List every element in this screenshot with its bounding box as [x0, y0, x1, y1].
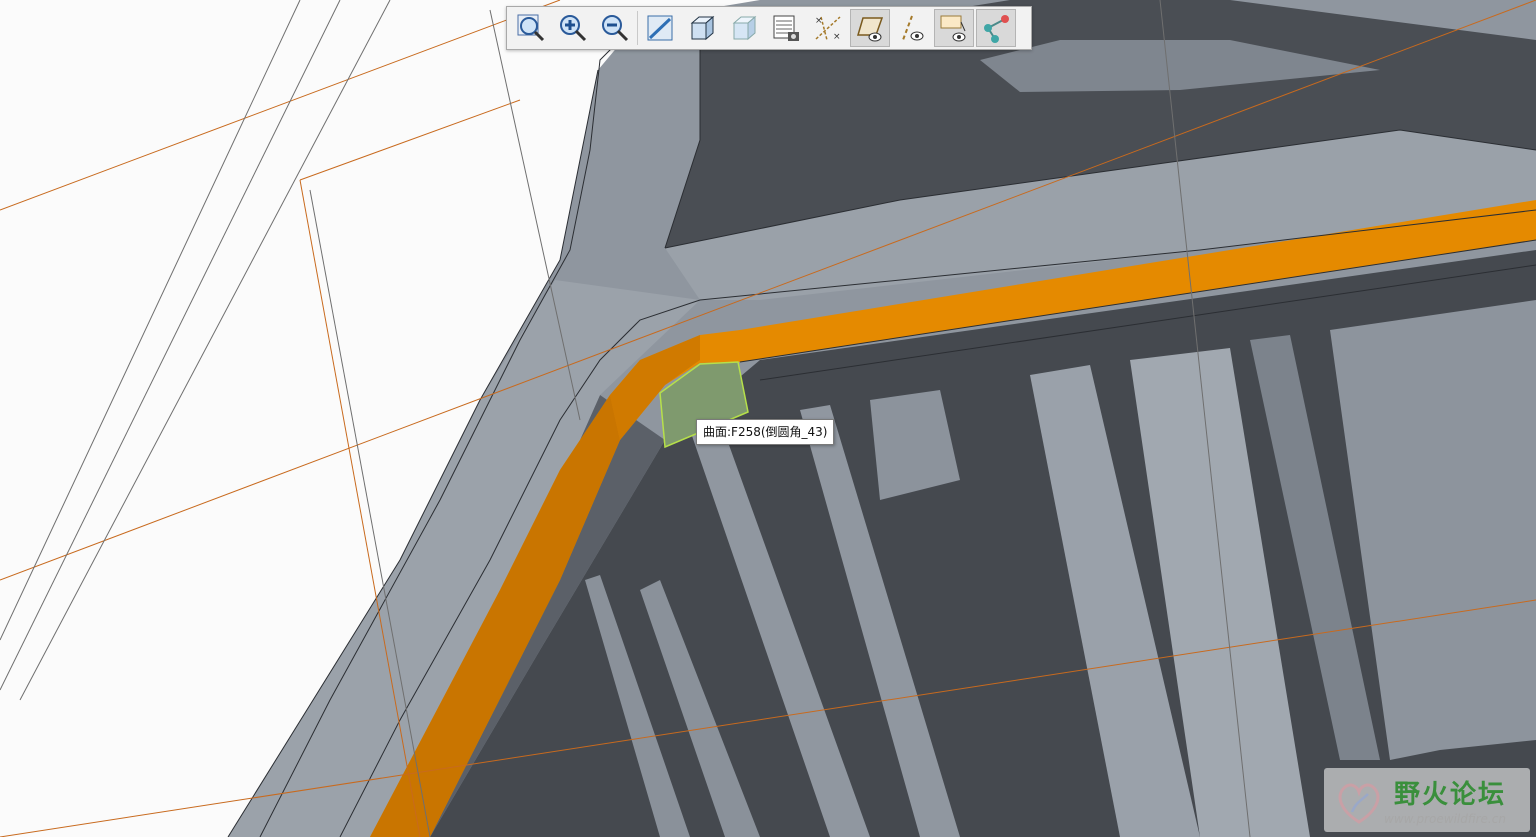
selection-tooltip: 曲面:F258(倒圆角_43): [696, 419, 835, 445]
view-manager-button[interactable]: [766, 9, 806, 47]
zoom-fit-button[interactable]: [511, 9, 551, 47]
point-display-button[interactable]: [976, 9, 1016, 47]
zoom-out-icon: [602, 15, 629, 42]
cube-shaded-icon: [690, 15, 715, 41]
view-toolbar: × ×: [506, 6, 1032, 50]
forum-logo-icon: [1338, 783, 1380, 824]
annotation-display-icon: [940, 15, 966, 42]
saved-orientations-button[interactable]: [724, 9, 764, 47]
repaint-button[interactable]: [640, 9, 680, 47]
toolbar-separator: [637, 11, 638, 45]
annotation-display-button[interactable]: [934, 9, 974, 47]
watermark: 野火论坛 www.proewildfire.cn: [1324, 768, 1530, 832]
cube-views-icon: [732, 15, 757, 41]
datum-display-icon: ××: [815, 16, 841, 42]
repaint-icon: [647, 15, 673, 41]
watermark-url: www.proewildfire.cn: [1384, 812, 1506, 826]
zoom-in-icon: [560, 15, 587, 42]
plane-display-button[interactable]: [850, 9, 890, 47]
point-display-icon: [984, 15, 1009, 43]
zoom-out-button[interactable]: [595, 9, 635, 47]
plane-display-icon: [856, 17, 884, 42]
axis-display-icon: [902, 15, 924, 41]
svg-text:×: ×: [815, 16, 823, 26]
watermark-title: 野火论坛: [1394, 780, 1507, 810]
display-style-button[interactable]: [682, 9, 722, 47]
zoom-in-button[interactable]: [553, 9, 593, 47]
magnifier-icon: [517, 14, 545, 42]
view-manager-icon: [773, 15, 799, 41]
svg-text:×: ×: [833, 32, 841, 42]
axis-display-button[interactable]: [892, 9, 932, 47]
datum-display-button[interactable]: × ×: [808, 9, 848, 47]
